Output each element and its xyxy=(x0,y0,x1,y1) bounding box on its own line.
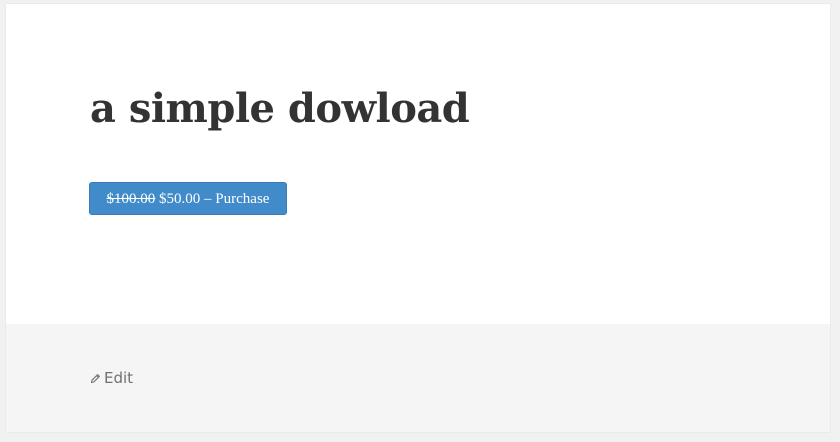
purchase-button[interactable]: $100.00 $50.00 – Purchase xyxy=(89,182,287,215)
edit-link[interactable]: Edit xyxy=(90,368,133,388)
old-price: $100.00 xyxy=(106,191,156,207)
pencil-icon xyxy=(90,374,100,384)
download-entry: a simple dowload $100.00 $50.00 – Purcha… xyxy=(6,4,830,324)
page: a simple dowload $100.00 $50.00 – Purcha… xyxy=(6,4,830,432)
edit-label: Edit xyxy=(104,369,134,387)
purchase-label: Purchase xyxy=(215,191,270,207)
entry-title: a simple dowload xyxy=(90,85,470,132)
price-separator: – xyxy=(204,191,212,207)
entry-footer: Edit xyxy=(6,324,830,432)
new-price: $50.00 xyxy=(159,191,201,207)
